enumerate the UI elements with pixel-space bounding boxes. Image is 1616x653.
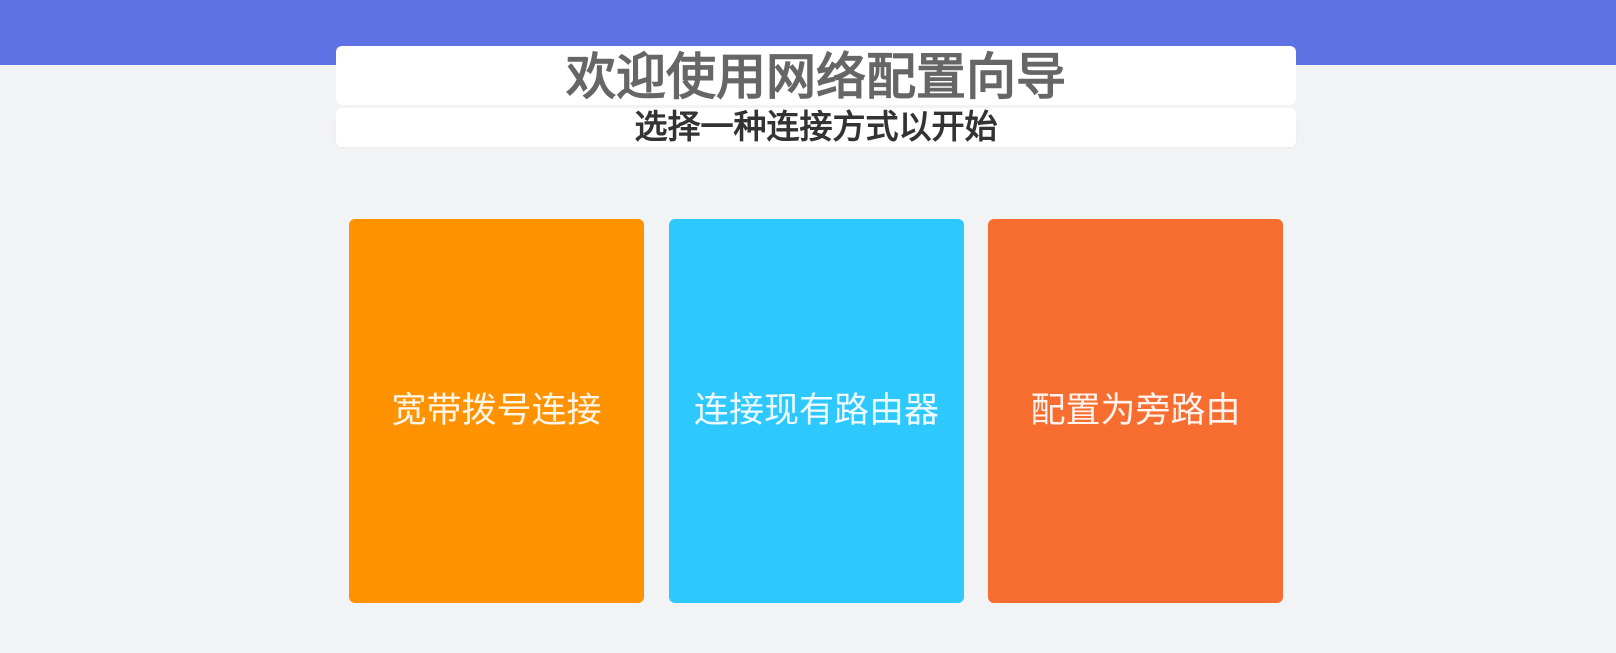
existing-router-option[interactable]: 连接现有路由器 bbox=[669, 219, 964, 603]
subtitle-card: 选择一种连接方式以开始 bbox=[336, 108, 1296, 147]
bypass-router-option[interactable]: 配置为旁路由 bbox=[988, 219, 1283, 603]
title-card: 欢迎使用网络配置向导 bbox=[336, 46, 1296, 105]
option-label: 连接现有路由器 bbox=[693, 390, 939, 431]
broadband-dialup-option[interactable]: 宽带拨号连接 bbox=[349, 219, 644, 603]
page-title: 欢迎使用网络配置向导 bbox=[566, 47, 1066, 106]
option-label: 宽带拨号连接 bbox=[391, 390, 602, 431]
option-label: 配置为旁路由 bbox=[1030, 390, 1241, 431]
page-subtitle: 选择一种连接方式以开始 bbox=[634, 107, 998, 146]
